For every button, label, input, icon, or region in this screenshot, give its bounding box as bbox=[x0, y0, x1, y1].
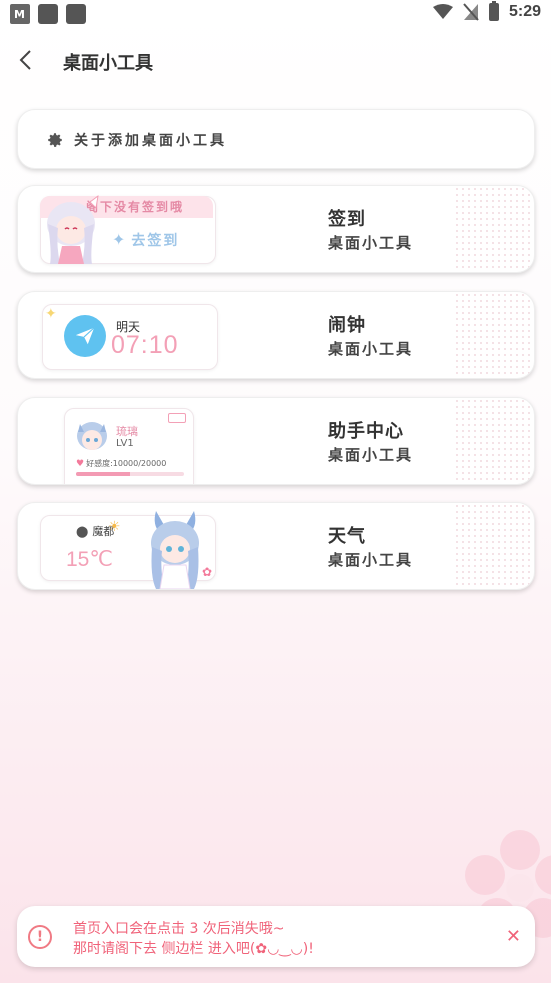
go-sign-in-button: ✦ 去签到 bbox=[112, 230, 179, 250]
widget-card-sign-in[interactable]: 阁下没有签到哦 ✦ 去签到 签到 桌面小工具 bbox=[17, 185, 535, 273]
app-notification-icon bbox=[10, 4, 30, 24]
notification-square-icon bbox=[66, 4, 86, 24]
alert-icon: ! bbox=[28, 925, 52, 949]
character-avatar bbox=[47, 194, 99, 264]
toast-message-line2: 那时请阁下去 侧边栏 进入吧(✿◡‿◡)! bbox=[73, 941, 314, 957]
widget-card-weather[interactable]: ⬤ 魔都 ☀ 15℃ ✿ 天气 桌面小工具 bbox=[17, 502, 535, 590]
page-title: 桌面小工具 bbox=[63, 53, 153, 74]
widget-subtitle: 桌面小工具 bbox=[328, 234, 414, 252]
wifi-icon bbox=[432, 4, 453, 19]
dot-pattern bbox=[454, 186, 534, 272]
system-icons: 5:29 bbox=[432, 1, 541, 21]
favor-progress-fill bbox=[76, 472, 130, 476]
back-arrow-icon[interactable] bbox=[15, 48, 39, 72]
about-widgets-label: 关于添加桌面小工具 bbox=[74, 133, 227, 149]
assistant-avatar bbox=[77, 422, 107, 450]
widget-title: 天气 bbox=[328, 526, 366, 547]
sun-icon: ☀ bbox=[108, 519, 121, 535]
notification-icons bbox=[10, 4, 86, 24]
dot-pattern bbox=[454, 292, 534, 378]
notification-square-icon bbox=[38, 4, 58, 24]
widget-subtitle: 桌面小工具 bbox=[328, 551, 414, 569]
favor-value: 好感度:10000/20000 bbox=[86, 459, 167, 468]
sparkle-icon: ✦ bbox=[45, 306, 57, 322]
widget-subtitle: 桌面小工具 bbox=[328, 340, 414, 358]
paper-plane-icon bbox=[64, 315, 106, 357]
sparkle-icon: ✦ bbox=[112, 230, 128, 249]
favor-progress-bar bbox=[76, 472, 184, 476]
gear-icon bbox=[48, 133, 62, 147]
favor-label: ♥ 好感度:10000/20000 bbox=[76, 458, 166, 469]
heart-icon: ♥ bbox=[76, 459, 85, 469]
close-icon[interactable]: ✕ bbox=[506, 926, 521, 947]
status-bar: 5:29 bbox=[0, 0, 551, 30]
widget-title: 助手中心 bbox=[328, 421, 404, 442]
alarm-time: 07:10 bbox=[111, 331, 179, 359]
widget-title: 闹钟 bbox=[328, 315, 366, 336]
character-avatar bbox=[151, 511, 199, 589]
dot-pattern bbox=[454, 503, 534, 589]
paw-icon: ✿ bbox=[202, 565, 213, 579]
clock: 5:29 bbox=[508, 3, 541, 20]
dot-pattern bbox=[454, 398, 534, 484]
assistant-name: 琉璃 bbox=[116, 425, 138, 438]
widget-card-alarm[interactable]: ✦ 明天 07:10 闹钟 桌面小工具 bbox=[17, 291, 535, 379]
widget-title: 签到 bbox=[328, 209, 366, 230]
widget-subtitle: 桌面小工具 bbox=[328, 446, 414, 464]
about-widgets-button[interactable]: 关于添加桌面小工具 bbox=[17, 109, 535, 169]
toast-notification: ! 首页入口会在点击 3 次后消失哦~ 那时请阁下去 侧边栏 进入吧(✿◡‿◡)… bbox=[17, 906, 535, 967]
go-sign-in-label: 去签到 bbox=[131, 233, 180, 249]
cat-logo-icon bbox=[168, 413, 186, 423]
toast-message-line1: 首页入口会在点击 3 次后消失哦~ bbox=[73, 921, 285, 937]
assistant-level: LV1 bbox=[116, 438, 134, 449]
no-signal-icon bbox=[463, 3, 479, 21]
app-header: 桌面小工具 bbox=[0, 40, 551, 84]
battery-icon bbox=[488, 1, 499, 21]
widget-card-assistant[interactable]: 琉璃 LV1 ♥ 好感度:10000/20000 助手中心 桌面小工具 bbox=[17, 397, 535, 485]
weather-temperature: 15℃ bbox=[66, 548, 113, 571]
location-pin-icon: ⬤ bbox=[76, 525, 89, 538]
